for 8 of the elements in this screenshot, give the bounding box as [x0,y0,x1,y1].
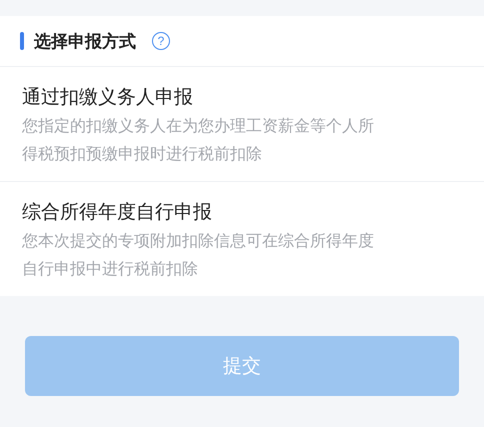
option-title: 通过扣缴义务人申报 [22,86,194,110]
option-item[interactable]: 综合所得年度自行申报 您本次提交的专项附加扣除信息可在综合所得年度自行申报中进行税前扣除 [0,181,484,296]
option-description: 您指定的扣缴义务人在为您办理工资薪金等个人所得税预扣预缴申报时进行税前扣除 [22,116,375,165]
option-description: 您本次提交的专项附加扣除信息可在综合所得年度自行申报中进行税前扣除 [22,232,375,280]
option-item[interactable]: 通过扣缴义务人申报 您指定的扣缴义务人在为您办理工资薪金等个人所得税预扣预缴申报时进行税前扣除 [0,67,484,181]
section-title: 选择申报方式 [34,30,136,52]
accent-bar [20,32,24,50]
option-title: 综合所得年度自行申报 [22,201,213,225]
